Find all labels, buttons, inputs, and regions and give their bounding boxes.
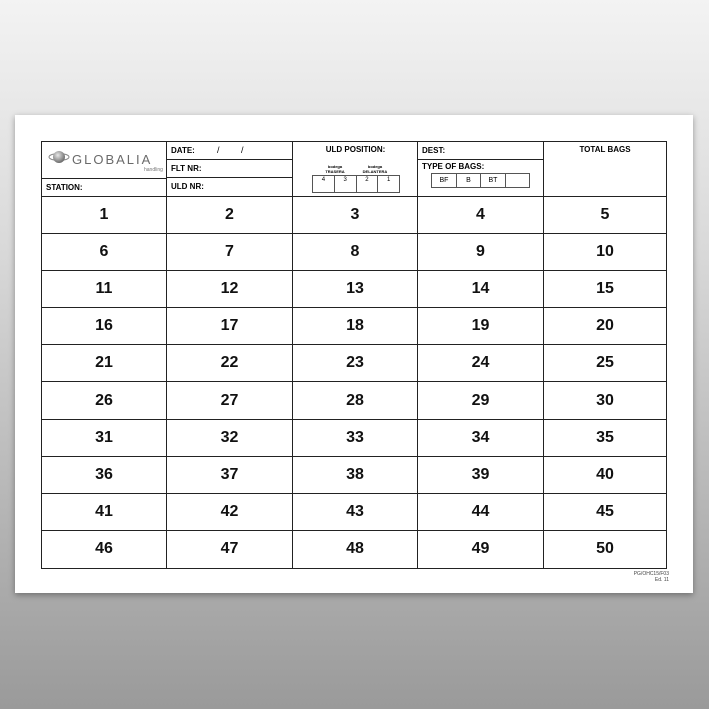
logo-wordmark: GLOBALIA	[72, 152, 153, 167]
bag-cell[interactable]: 21	[42, 345, 167, 383]
bag-cell[interactable]: 28	[293, 382, 418, 420]
bag-cell[interactable]: 18	[293, 308, 418, 346]
bag-cell[interactable]: 46	[42, 530, 167, 568]
flight-info-column: DATE: / / FLT NR: ULD NR:	[167, 142, 293, 196]
bodega-trasera-label: bodega TRASERA	[325, 164, 345, 174]
bag-cell[interactable]: 19	[418, 308, 544, 346]
bag-cell[interactable]: 42	[167, 493, 293, 531]
bag-cell[interactable]: 39	[418, 456, 544, 494]
destination-field[interactable]: DEST:	[418, 142, 543, 160]
bag-cell[interactable]: 12	[167, 271, 293, 309]
bag-cell[interactable]: 17	[167, 308, 293, 346]
bag-cell[interactable]: 3	[293, 197, 418, 235]
bag-cell[interactable]: 5	[544, 197, 666, 235]
form-footer: PG/OHC15/F03 Ed. 11	[634, 571, 669, 583]
bag-type-boxes: BF B BT	[431, 173, 530, 188]
bag-cell[interactable]: 15	[544, 271, 666, 309]
bag-cell[interactable]: 35	[544, 420, 666, 457]
uld-position-1[interactable]: 1	[378, 176, 399, 192]
bag-cell[interactable]: 10	[544, 234, 666, 272]
bag-cell[interactable]: 27	[167, 382, 293, 420]
bag-type-bf[interactable]: BF	[432, 174, 457, 187]
station-field[interactable]: STATION:	[42, 178, 167, 196]
date-slash-1: /	[217, 145, 220, 155]
uld-position-column: ULD POSITION: bodega TRASERA bodega DELA…	[293, 142, 418, 196]
bag-cell[interactable]: 44	[418, 493, 544, 531]
flight-number-field[interactable]: FLT NR:	[167, 160, 292, 178]
bag-cell[interactable]: 30	[544, 382, 666, 420]
form-edition: Ed. 11	[654, 577, 669, 583]
bag-type-bt[interactable]: BT	[481, 174, 506, 187]
bag-cell[interactable]: 48	[293, 530, 418, 568]
destination-column: DEST: TYPE OF BAGS: BF B BT	[418, 142, 544, 196]
bag-cell[interactable]: 20	[544, 308, 666, 346]
form-header: GLOBALIA handling STATION: DATE: / / FLT…	[42, 142, 666, 197]
bag-cell[interactable]: 9	[418, 234, 544, 272]
baggage-form: GLOBALIA handling STATION: DATE: / / FLT…	[41, 141, 667, 569]
bag-cell[interactable]: 6	[42, 234, 167, 272]
logo-subtitle: handling	[144, 167, 163, 173]
type-of-bags-label: TYPE OF BAGS:	[422, 162, 485, 171]
bag-cell[interactable]: 14	[418, 271, 544, 309]
bag-type-blank[interactable]	[506, 174, 529, 187]
bag-cell[interactable]: 1	[42, 197, 167, 235]
uld-position-boxes: 4 3 2 1	[312, 175, 400, 193]
bag-cell[interactable]: 16	[42, 308, 167, 346]
bag-cell[interactable]: 43	[293, 493, 418, 531]
bag-cell[interactable]: 34	[418, 419, 544, 457]
bag-cell[interactable]: 50	[544, 531, 666, 568]
bag-cell[interactable]: 38	[293, 456, 418, 494]
bag-cell[interactable]: 41	[42, 493, 167, 531]
uld-position-3[interactable]: 3	[335, 176, 357, 192]
bag-cell[interactable]: 47	[167, 530, 293, 568]
bag-cell[interactable]: 37	[167, 456, 293, 494]
bag-cell[interactable]: 8	[293, 234, 418, 272]
bag-cell[interactable]: 24	[418, 345, 544, 383]
globalia-logo: GLOBALIA handling	[48, 147, 163, 175]
bag-cell[interactable]: 40	[544, 457, 666, 494]
uld-position-2[interactable]: 2	[357, 176, 379, 192]
bag-number-grid: 1 2 3 4 5 6 7 8 9 10 11 12 13 14 15 16 17 18 19 20 21 22 23 24 2…	[42, 197, 666, 568]
uld-position-4[interactable]: 4	[313, 176, 335, 192]
date-field[interactable]: DATE: / /	[167, 142, 292, 160]
bag-cell[interactable]: 22	[167, 345, 293, 383]
date-slash-2: /	[241, 145, 244, 155]
total-bags-column[interactable]: TOTAL BAGS	[544, 142, 666, 196]
bag-cell[interactable]: 7	[167, 234, 293, 272]
bag-cell[interactable]: 31	[42, 419, 167, 457]
bag-cell[interactable]: 23	[293, 345, 418, 383]
date-label: DATE:	[171, 146, 195, 155]
bodega-delantera-label: bodega DELANTERA	[362, 164, 388, 174]
bag-cell[interactable]: 33	[293, 419, 418, 457]
bag-cell[interactable]: 26	[42, 382, 167, 420]
total-bags-label: TOTAL BAGS	[579, 145, 631, 154]
globe-icon	[48, 151, 70, 163]
bag-cell[interactable]: 11	[42, 271, 167, 309]
uld-number-field[interactable]: ULD NR:	[167, 178, 292, 196]
logo-station-column: GLOBALIA handling STATION:	[42, 142, 167, 196]
form-sheet: GLOBALIA handling STATION: DATE: / / FLT…	[15, 115, 693, 593]
bag-type-b[interactable]: B	[457, 174, 481, 187]
bag-cell[interactable]: 32	[167, 419, 293, 457]
bag-cell[interactable]: 49	[418, 530, 544, 568]
bag-cell[interactable]: 29	[418, 382, 544, 420]
bag-cell[interactable]: 4	[418, 197, 544, 235]
uld-position-title: ULD POSITION:	[325, 145, 386, 154]
bag-cell[interactable]: 36	[42, 456, 167, 494]
bag-cell[interactable]: 2	[167, 197, 293, 235]
bag-cell[interactable]: 45	[544, 494, 666, 531]
bag-cell[interactable]: 13	[293, 271, 418, 309]
bag-cell[interactable]: 25	[544, 345, 666, 383]
